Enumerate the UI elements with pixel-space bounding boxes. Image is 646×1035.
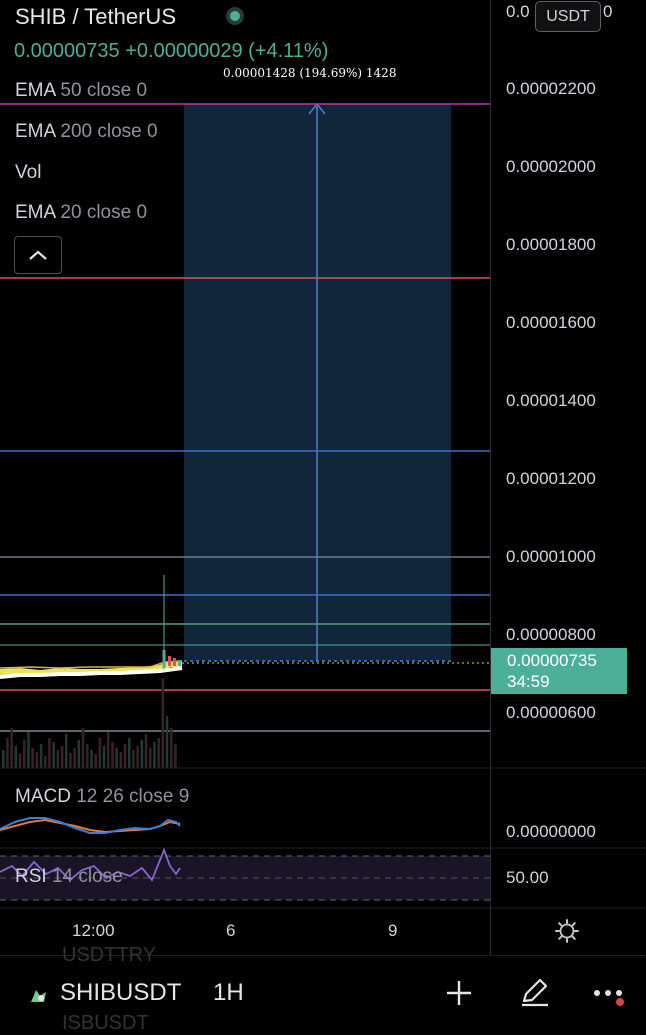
indicator-macd[interactable]: MACD 12 26 close 9 — [15, 786, 189, 808]
volume-bars — [2, 678, 177, 768]
volume-bar — [14, 746, 18, 768]
volume-bar — [86, 744, 89, 768]
volume-bar — [48, 738, 51, 768]
y-tick: 0.00001800 — [506, 235, 596, 254]
pen-icon[interactable] — [518, 975, 552, 1014]
volume-bar — [77, 740, 81, 768]
y-tick: 0.00001400 — [506, 391, 596, 410]
volume-bar — [157, 738, 160, 768]
volume-bar — [65, 734, 68, 768]
current-price-tag: 0.00000735 34:59 — [491, 648, 627, 694]
currency-badge[interactable]: USDT — [535, 1, 601, 32]
indicator-name: EMA — [15, 202, 56, 223]
y-tick-partial: 0.0 — [506, 2, 530, 21]
volume-bar — [52, 742, 55, 768]
volume-bar — [98, 738, 102, 768]
indicator-rsi[interactable]: RSI 14 close — [15, 866, 123, 888]
volume-bar — [2, 750, 5, 768]
indicator-name: Vol — [15, 162, 42, 183]
volume-bar — [128, 738, 131, 768]
settings-gear-icon[interactable] — [554, 918, 580, 949]
volume-bar — [6, 738, 9, 768]
volume-bar — [111, 742, 114, 768]
volume-bar — [170, 728, 173, 768]
volume-bar — [69, 753, 72, 768]
shib-logo-icon — [28, 984, 50, 1011]
indicator-name: EMA — [15, 121, 56, 142]
volume-bar — [161, 678, 165, 768]
macd-axis-value: 0.00000000 — [506, 822, 596, 841]
indicator-params: 200 close 0 — [60, 121, 158, 142]
indicator-ema-200[interactable]: EMA 200 close 0 — [15, 121, 158, 143]
indicator-params: 20 close 0 — [60, 202, 148, 223]
volume-bar — [136, 746, 139, 768]
indicator-vol[interactable]: Vol — [15, 162, 41, 184]
symbol-selector[interactable]: SHIBUSDT — [60, 979, 181, 1007]
indicator-ema-50[interactable]: EMA 50 close 0 — [15, 80, 147, 102]
volume-bar — [35, 752, 39, 768]
volume-bar — [27, 732, 30, 768]
price-change-line: 0.00000735 +0.00000029 (+4.11%) — [14, 40, 328, 63]
indicator-params: 12 26 close 9 — [76, 786, 190, 807]
volume-bar — [115, 748, 118, 768]
volume-bar — [18, 754, 22, 768]
y-tick: 0.00001000 — [506, 547, 596, 566]
more-dots-icon[interactable] — [593, 985, 625, 1012]
volume-bar — [81, 728, 85, 768]
volume-bar — [60, 746, 64, 768]
price-change-pct: (+4.11%) — [248, 40, 329, 62]
volume-bar — [107, 732, 110, 768]
volume-bar — [165, 716, 169, 768]
indicator-name: MACD — [15, 786, 71, 807]
plus-icon[interactable] — [444, 978, 474, 1013]
volume-bar — [119, 752, 123, 768]
y-tick: 0.00001600 — [506, 313, 596, 332]
rsi-axis-value: 50.00 — [506, 868, 549, 887]
y-tick: 0.00000800 — [506, 625, 596, 644]
current-price: 0.00000735 — [507, 651, 597, 670]
chevron-up-icon — [29, 250, 47, 260]
volume-bar — [31, 748, 34, 768]
y-tick: 0.00002000 — [506, 157, 596, 176]
volume-bar — [174, 744, 177, 768]
volume-bar — [73, 748, 76, 768]
volume-bar — [10, 728, 13, 768]
timeframe-selector[interactable]: 1H — [213, 979, 244, 1007]
volume-bar — [23, 740, 26, 768]
price-change: +0.00000029 — [125, 40, 243, 62]
y-tick: 0.00002200 — [506, 79, 596, 98]
macd-lines — [0, 817, 181, 834]
symbol-title[interactable]: SHIB / TetherUS — [15, 4, 176, 30]
measure-label: 0.00001428 (194.69%) 1428 — [223, 66, 397, 80]
indicator-params: 50 close 0 — [60, 80, 148, 101]
volume-bar — [123, 744, 127, 768]
bar-countdown: 34:59 — [507, 672, 550, 691]
y-tick: 0.00001200 — [506, 469, 596, 488]
volume-bar — [56, 750, 60, 768]
x-tick: 12:00 — [72, 921, 115, 940]
volume-bar — [144, 734, 148, 768]
x-tick: 6 — [226, 921, 236, 940]
indicator-name: EMA — [15, 80, 56, 101]
volume-bar — [140, 740, 144, 768]
volume-bar — [39, 744, 43, 768]
volume-bar — [102, 746, 106, 768]
price-series — [0, 575, 183, 679]
indicator-ema-20[interactable]: EMA 20 close 0 — [15, 202, 147, 224]
indicator-params: 14 close — [51, 866, 123, 887]
indicator-name: RSI — [15, 866, 47, 887]
last-price: 0.00000735 — [14, 40, 120, 62]
collapse-legend-button[interactable] — [14, 236, 62, 274]
volume-bar — [149, 748, 152, 768]
live-dot-icon — [226, 7, 244, 25]
ghost-symbol-above: USDTTRY — [62, 944, 157, 966]
volume-bar — [153, 742, 156, 768]
volume-bar — [90, 750, 93, 768]
volume-bar — [132, 750, 135, 768]
y-tick-partial-tail: 0 — [603, 2, 613, 21]
volume-bar — [44, 756, 47, 768]
y-tick: 0.00000600 — [506, 703, 596, 722]
volume-bar — [94, 754, 97, 768]
x-tick: 9 — [388, 921, 398, 940]
